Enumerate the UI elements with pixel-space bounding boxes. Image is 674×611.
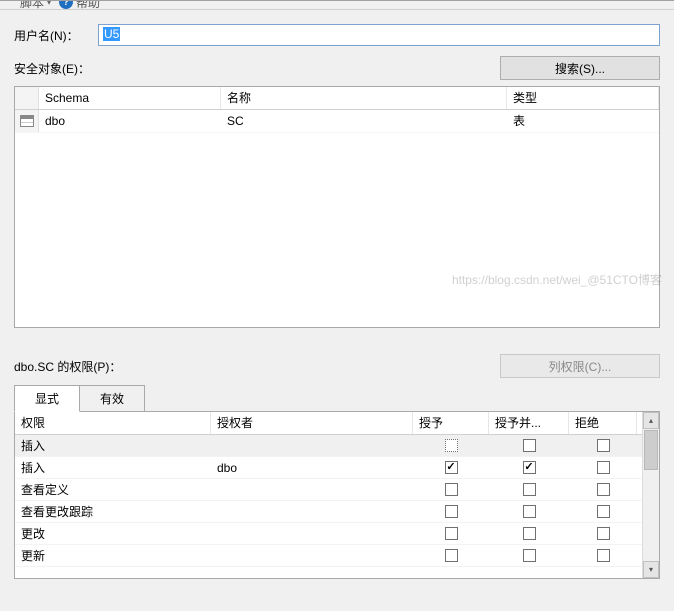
toolbar: 脚本 ▾ ? 帮助 bbox=[0, 1, 674, 9]
table-icon bbox=[20, 115, 34, 127]
perm-name: 插入 bbox=[15, 435, 211, 457]
col-name-header[interactable]: 名称 bbox=[221, 87, 507, 109]
username-label: 用户名(N)： bbox=[14, 27, 98, 44]
permissions-tabs: 显式 有效 bbox=[14, 385, 660, 412]
table-row[interactable]: 更改 bbox=[15, 523, 642, 545]
perm-name: 查看更改跟踪 bbox=[15, 501, 211, 523]
tab-effective[interactable]: 有效 bbox=[79, 385, 145, 412]
withgrant-checkbox[interactable] bbox=[523, 439, 536, 452]
perm-col-grant[interactable]: 授予 bbox=[413, 412, 489, 434]
perm-col-deny[interactable]: 拒绝 bbox=[569, 412, 637, 434]
grant-checkbox[interactable] bbox=[445, 505, 458, 518]
permissions-label: dbo.SC 的权限(P)： bbox=[14, 358, 121, 375]
script-label: 脚本 bbox=[20, 1, 44, 9]
help-button[interactable]: ? 帮助 bbox=[59, 1, 100, 9]
deny-checkbox[interactable] bbox=[597, 461, 610, 474]
withgrant-checkbox[interactable] bbox=[523, 549, 536, 562]
perm-grantor: dbo bbox=[211, 457, 413, 479]
perm-grantor bbox=[211, 479, 413, 501]
perm-grantor bbox=[211, 435, 413, 457]
table-row[interactable]: 插入 bbox=[15, 435, 642, 457]
divider bbox=[0, 9, 674, 10]
table-row[interactable]: 插入dbo bbox=[15, 457, 642, 479]
grant-checkbox[interactable] bbox=[445, 527, 458, 540]
permissions-grid[interactable]: 权限 授权者 授予 授予并... 拒绝 插入插入dbo查看定义查看更改跟踪更改更… bbox=[14, 411, 660, 579]
withgrant-checkbox[interactable] bbox=[523, 505, 536, 518]
table-row[interactable]: 更新 bbox=[15, 545, 642, 567]
perm-name: 更改 bbox=[15, 523, 211, 545]
cell-schema: dbo bbox=[39, 110, 221, 132]
perm-col-permission[interactable]: 权限 bbox=[15, 412, 211, 434]
deny-checkbox[interactable] bbox=[597, 505, 610, 518]
perm-col-withgrant[interactable]: 授予并... bbox=[489, 412, 569, 434]
chevron-down-icon: ▾ bbox=[47, 1, 51, 7]
username-input[interactable]: U5 bbox=[98, 24, 660, 46]
withgrant-checkbox[interactable] bbox=[523, 527, 536, 540]
perm-col-grantor[interactable]: 授权者 bbox=[211, 412, 413, 434]
table-row[interactable]: 查看更改跟踪 bbox=[15, 501, 642, 523]
col-schema-header[interactable]: Schema bbox=[39, 87, 221, 109]
row-header-corner bbox=[15, 87, 39, 109]
col-type-header[interactable]: 类型 bbox=[507, 87, 659, 109]
script-dropdown[interactable]: 脚本 ▾ bbox=[20, 1, 51, 9]
deny-checkbox[interactable] bbox=[597, 439, 610, 452]
tab-explicit[interactable]: 显式 bbox=[14, 385, 80, 412]
column-permissions-button: 列权限(C)... bbox=[500, 354, 660, 378]
perm-name: 查看定义 bbox=[15, 479, 211, 501]
table-row[interactable]: 查看定义 bbox=[15, 479, 642, 501]
grant-checkbox[interactable] bbox=[445, 461, 458, 474]
help-label: 帮助 bbox=[76, 1, 100, 9]
deny-checkbox[interactable] bbox=[597, 483, 610, 496]
search-button[interactable]: 搜索(S)... bbox=[500, 56, 660, 80]
cell-type: 表 bbox=[507, 110, 659, 132]
vertical-scrollbar[interactable]: ▴ ▾ bbox=[642, 412, 659, 578]
withgrant-checkbox[interactable] bbox=[523, 461, 536, 474]
grant-checkbox[interactable] bbox=[445, 549, 458, 562]
grant-checkbox[interactable] bbox=[445, 483, 458, 496]
securables-label: 安全对象(E)： bbox=[14, 60, 90, 77]
securables-grid[interactable]: Schema 名称 类型 dbo SC 表 bbox=[14, 86, 660, 328]
perm-name: 更新 bbox=[15, 545, 211, 567]
help-icon: ? bbox=[59, 1, 73, 9]
row-header[interactable] bbox=[15, 110, 39, 132]
perm-grantor bbox=[211, 545, 413, 567]
table-row[interactable]: dbo SC 表 bbox=[15, 110, 659, 133]
deny-checkbox[interactable] bbox=[597, 549, 610, 562]
deny-checkbox[interactable] bbox=[597, 527, 610, 540]
scroll-down-button[interactable]: ▾ bbox=[643, 561, 659, 578]
scroll-thumb[interactable] bbox=[644, 430, 658, 470]
cell-name: SC bbox=[221, 110, 507, 132]
perm-name: 插入 bbox=[15, 457, 211, 479]
grant-checkbox[interactable] bbox=[445, 439, 458, 452]
scroll-up-button[interactable]: ▴ bbox=[643, 412, 659, 429]
withgrant-checkbox[interactable] bbox=[523, 483, 536, 496]
perm-grantor bbox=[211, 501, 413, 523]
username-value: U5 bbox=[103, 27, 120, 41]
perm-grantor bbox=[211, 523, 413, 545]
